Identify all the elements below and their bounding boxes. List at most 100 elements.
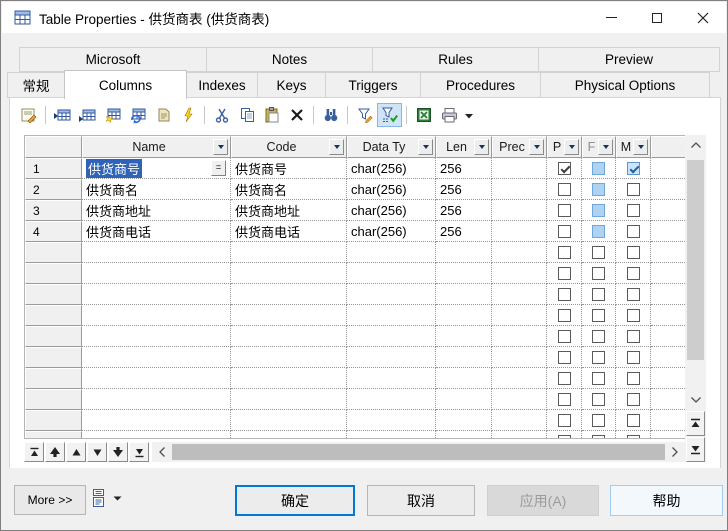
datatype-cell[interactable] [347,347,436,368]
row-number-cell[interactable]: 1 [25,158,82,179]
precision-cell[interactable] [492,158,547,179]
primary-cell[interactable] [547,431,582,438]
foreign-cell[interactable] [582,179,616,200]
precision-cell[interactable] [492,200,547,221]
name-cell[interactable] [82,431,231,438]
foreign-checkbox[interactable] [592,287,605,301]
maximize-button[interactable] [634,2,680,33]
precision-cell[interactable] [492,326,547,347]
precision-cell[interactable] [492,431,547,438]
primary-cell[interactable] [547,305,582,326]
code-cell[interactable] [231,305,347,326]
precision-cell[interactable] [492,242,547,263]
mandatory-cell[interactable] [616,179,651,200]
column-header-foreign[interactable]: F [582,136,616,158]
datatype-cell[interactable] [347,284,436,305]
code-cell[interactable] [231,410,347,431]
foreign-cell[interactable] [582,410,616,431]
foreign-cell[interactable] [582,242,616,263]
foreign-cell[interactable] [582,305,616,326]
name-cell[interactable] [82,242,231,263]
mandatory-cell[interactable] [616,284,651,305]
column-header-name[interactable]: Name [82,136,231,158]
datatype-cell[interactable] [347,389,436,410]
primary-cell[interactable] [547,263,582,284]
mandatory-checkbox[interactable] [626,308,640,322]
foreign-checkbox[interactable] [592,371,605,385]
name-cell[interactable]: 供货商号 = [82,158,231,179]
foreign-cell[interactable] [582,389,616,410]
datatype-cell[interactable]: char(256) [347,200,436,221]
mandatory-checkbox[interactable] [626,182,640,196]
name-cell[interactable] [82,347,231,368]
primary-cell[interactable] [547,200,582,221]
column-header-code[interactable]: Code [231,136,347,158]
cut-button[interactable] [209,103,234,127]
length-filter-dropdown[interactable] [474,139,489,155]
name-cell[interactable] [82,263,231,284]
vertical-scroll-track[interactable] [685,155,706,390]
tab-notes[interactable]: Notes [206,47,373,72]
mandatory-checkbox[interactable] [626,203,640,217]
mandatory-checkbox[interactable] [626,329,640,343]
precision-cell[interactable] [492,179,547,200]
tab-preview[interactable]: Preview [538,47,720,72]
datatype-cell[interactable]: char(256) [347,221,436,242]
move-row-down-button[interactable] [87,442,107,462]
row-number-cell[interactable] [25,389,82,410]
primary-cell[interactable] [547,284,582,305]
go-to-last-row-button[interactable] [686,437,705,462]
row-number-cell[interactable] [25,305,82,326]
length-cell[interactable]: 256 [436,221,492,242]
precision-cell[interactable] [492,368,547,389]
datatype-cell[interactable] [347,410,436,431]
move-row-to-bottom-button[interactable] [129,442,149,462]
mandatory-cell[interactable] [616,431,651,438]
name-cell[interactable] [82,410,231,431]
foreign-checkbox[interactable] [592,413,605,427]
primary-cell[interactable] [547,410,582,431]
tab-procedures[interactable]: Procedures [420,72,541,98]
precision-cell[interactable] [492,410,547,431]
row-number-cell[interactable] [25,284,82,305]
properties-button[interactable] [16,103,41,127]
name-cell[interactable]: 供货商名 [82,179,231,200]
mandatory-filter-dropdown[interactable] [633,139,648,155]
foreign-cell[interactable] [582,368,616,389]
foreign-checkbox[interactable] [592,308,605,322]
filter-applied-button[interactable] [377,103,402,127]
foreign-checkbox[interactable] [592,392,605,406]
row-number-cell[interactable] [25,431,82,438]
foreign-cell[interactable] [582,158,616,179]
name-cell[interactable] [82,368,231,389]
mandatory-cell[interactable] [616,242,651,263]
tab-triggers[interactable]: Triggers [325,72,421,98]
delete-button[interactable] [284,103,309,127]
primary-checkbox[interactable] [557,392,571,406]
datatype-cell[interactable] [347,242,436,263]
document-menu-button[interactable] [90,488,122,508]
vertical-scrollbar[interactable] [685,135,706,462]
primary-checkbox[interactable] [557,266,571,280]
filter-edit-button[interactable] [352,103,377,127]
row-number-cell[interactable]: 4 [25,221,82,242]
mandatory-cell[interactable] [616,200,651,221]
length-cell[interactable] [436,410,492,431]
primary-cell[interactable] [547,326,582,347]
mandatory-checkbox[interactable] [626,224,640,238]
mandatory-checkbox[interactable] [626,392,640,406]
tab-rules[interactable]: Rules [372,47,539,72]
horizontal-scroll-thumb[interactable] [172,444,665,460]
name-edit-button[interactable]: = [211,160,226,176]
primary-checkbox[interactable] [557,308,571,322]
toolbar-menu-button[interactable] [464,108,474,123]
length-cell[interactable]: 256 [436,158,492,179]
name-cell[interactable] [82,305,231,326]
row-number-cell[interactable]: 2 [25,179,82,200]
more-button[interactable]: More >> [14,485,86,515]
precision-cell[interactable] [492,389,547,410]
mandatory-checkbox[interactable] [626,371,640,385]
code-cell[interactable]: 供货商地址 [231,200,347,221]
primary-cell[interactable] [547,179,582,200]
primary-checkbox[interactable] [557,371,571,385]
